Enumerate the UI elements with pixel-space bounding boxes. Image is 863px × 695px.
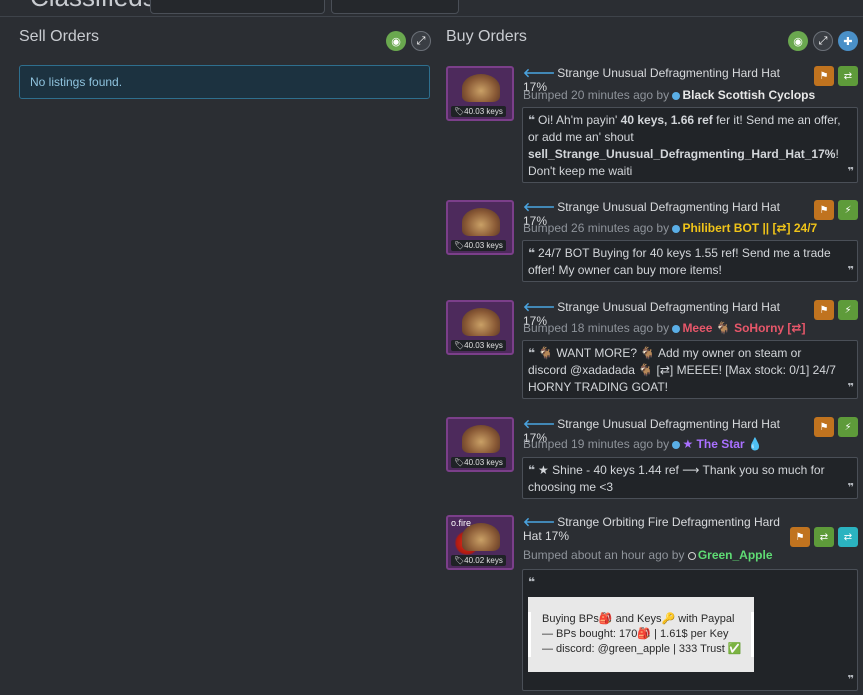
hat-image [462, 74, 500, 102]
item-price: 40.03 keys [464, 241, 503, 250]
quote-open-icon: ❝ [528, 575, 536, 589]
expand-icon[interactable]: ⤢ [813, 31, 833, 51]
item-thumbnail[interactable]: 🏷40.03 keys [446, 200, 514, 255]
flag-icon[interactable]: ⚑ [814, 417, 834, 437]
listing-comment: ❝ Oi! Ah'm payin' 40 keys, 1.66 ref fer i… [522, 107, 858, 183]
flag-icon[interactable]: ⚑ [814, 66, 834, 86]
bumped-info: Bumped 18 minutes ago by Meee 🐐 SoHorny … [523, 321, 806, 335]
quote-open-icon: ❝ [528, 346, 536, 360]
arrow-left-icon: 🡐 [523, 66, 556, 80]
trade-offer-icon[interactable]: ⇄ [838, 527, 858, 547]
item-title[interactable]: 🡐 Strange Orbiting Fire Defragmenting Har… [523, 515, 798, 543]
status-dot-icon [672, 324, 681, 333]
status-dot-icon [672, 224, 681, 233]
item-price: 40.03 keys [464, 458, 503, 467]
arrow-left-icon: 🡐 [523, 300, 556, 314]
instant-trade-icon[interactable]: ⚡ [838, 200, 858, 220]
effect-tag: o.fire [451, 518, 472, 528]
listing-comment: ❝ 24/7 BOT Buying for 40 keys 1.55 ref! S… [522, 240, 858, 282]
listing-comment: ❝ 🐐 WANT MORE? 🐐 Add my owner on steam or… [522, 340, 858, 399]
expand-icon[interactable]: ⤢ [411, 31, 431, 51]
comment-table: Buying BPs🎒 and Keys🔑 with Paypal — BPs … [528, 597, 754, 672]
tag-icon: 🏷 [454, 556, 465, 565]
bumped-info: Bumped 19 minutes ago by ★ The Star 💧 [523, 437, 763, 451]
item-thumbnail[interactable]: 🏷40.03 keys [446, 300, 514, 355]
filter-select[interactable] [331, 0, 459, 14]
item-thumbnail[interactable]: o.fire 🏷40.02 keys [446, 515, 514, 570]
eye-slash-icon[interactable]: ◉ [788, 31, 808, 51]
item-price: 40.02 keys [464, 556, 503, 565]
flag-icon[interactable]: ⚑ [790, 527, 810, 547]
trade-icon[interactable]: ⇄ [814, 527, 834, 547]
tag-icon: 🏷 [454, 241, 465, 250]
quote-close-icon: ❞ [847, 265, 854, 277]
top-header: Classifieds [0, 0, 863, 17]
quote-close-icon: ❞ [847, 482, 854, 494]
comment-line: — discord: @green_apple | 333 Trust ✅ [528, 642, 754, 657]
listing-comment: ❝ ★ Shine - 40 keys 1.44 ref ⟶ Thank you … [522, 457, 858, 499]
item-price: 40.03 keys [464, 107, 503, 116]
flag-icon[interactable]: ⚑ [814, 300, 834, 320]
quote-open-icon: ❝ [528, 113, 536, 127]
status-dot-icon [672, 440, 681, 449]
trade-icon[interactable]: ⇄ [838, 66, 858, 86]
status-dot-icon [672, 91, 681, 100]
quote-close-icon: ❞ [847, 674, 854, 686]
item-thumbnail[interactable]: 🏷40.03 keys [446, 417, 514, 472]
user-link[interactable]: Green_Apple [698, 548, 773, 562]
quote-close-icon: ❞ [847, 382, 854, 394]
tag-icon: 🏷 [454, 341, 465, 350]
tag-icon: 🏷 [454, 458, 465, 467]
instant-trade-icon[interactable]: ⚡ [838, 417, 858, 437]
user-link[interactable]: Black Scottish Cyclops [682, 88, 815, 102]
no-listings-alert: No listings found. [19, 65, 430, 99]
hat-image [462, 425, 500, 453]
user-link[interactable]: Meee 🐐 SoHorny [⇄] [682, 321, 805, 335]
comment-line: Buying BPs🎒 and Keys🔑 with Paypal [528, 612, 754, 627]
user-link[interactable]: ★ The Star 💧 [682, 437, 762, 451]
arrow-left-icon: 🡐 [523, 417, 556, 431]
sell-orders-title: Sell Orders [19, 28, 100, 45]
listing-comment: ❝ Buying BPs🎒 and Keys🔑 with Paypal — BP… [522, 569, 858, 691]
flag-icon[interactable]: ⚑ [814, 200, 834, 220]
user-link[interactable]: Philibert BOT || [⇄] 24/7 [682, 221, 817, 235]
status-ring-icon [687, 551, 696, 560]
bumped-info: Bumped 20 minutes ago by Black Scottish … [523, 88, 816, 102]
instant-trade-icon[interactable]: ⚡ [838, 300, 858, 320]
arrow-left-icon: 🡐 [523, 200, 556, 214]
arrow-left-icon: 🡐 [523, 515, 556, 529]
bumped-info: Bumped about an hour ago by Green_Apple [523, 548, 773, 562]
item-price: 40.03 keys [464, 341, 503, 350]
eye-slash-icon[interactable]: ◉ [386, 31, 406, 51]
buy-orders-title: Buy Orders [446, 28, 527, 45]
site-title: Classifieds [30, 0, 156, 13]
quote-close-icon: ❞ [847, 166, 854, 178]
hat-image [462, 308, 500, 336]
tag-icon: 🏷 [454, 107, 465, 116]
quote-open-icon: ❝ [528, 246, 536, 260]
item-thumbnail[interactable]: 🏷40.03 keys [446, 66, 514, 121]
search-input[interactable] [150, 0, 325, 14]
hat-image [462, 208, 500, 236]
add-listing-icon[interactable]: ✚ [838, 31, 858, 51]
quote-open-icon: ❝ [528, 463, 536, 477]
comment-line: — BPs bought: 170🎒 | 1.61$ per Key [528, 627, 754, 642]
bumped-info: Bumped 26 minutes ago by Philibert BOT |… [523, 221, 818, 235]
